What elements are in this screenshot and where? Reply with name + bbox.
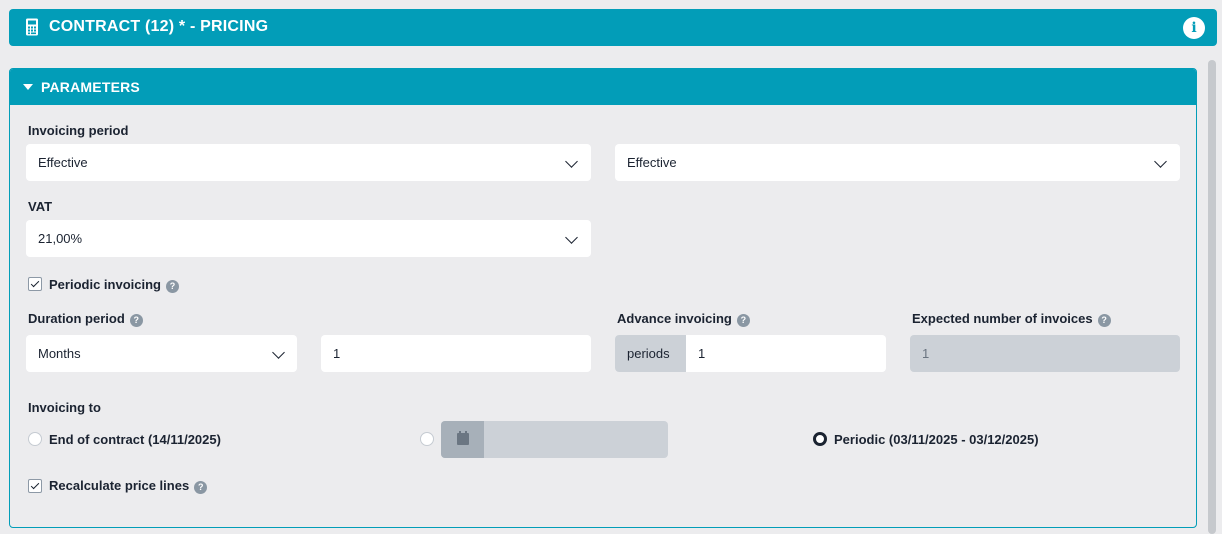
end-of-contract-label: End of contract (14/11/2025) [49, 432, 221, 447]
vat-label: VAT [28, 199, 53, 214]
expected-invoices-value: 1 [922, 346, 930, 361]
periodic-radio[interactable] [813, 432, 827, 446]
invoicing-period-value-2: Effective [627, 155, 677, 170]
custom-date-radio[interactable] [420, 432, 434, 446]
expected-invoices-input: 1 [910, 335, 1180, 372]
help-icon[interactable]: ? [736, 314, 750, 327]
vat-select[interactable]: 21,00% [26, 220, 591, 257]
help-icon[interactable]: ? [129, 314, 143, 327]
custom-date-input [441, 421, 668, 458]
invoicing-period-select-2[interactable]: Effective [615, 144, 1180, 181]
duration-value-input[interactable]: 1 [321, 335, 591, 372]
chevron-down-icon [565, 155, 578, 168]
calendar-icon [457, 431, 469, 445]
vat-value: 21,00% [38, 231, 83, 246]
periodic-label: Periodic (03/11/2025 - 03/12/2025) [834, 432, 1039, 447]
duration-unit-value: Months [38, 346, 81, 361]
vertical-scrollbar[interactable] [1208, 60, 1216, 534]
parameters-panel: PARAMETERS Invoicing period Effective Ef… [9, 68, 1197, 528]
advance-invoicing-value: 1 [698, 346, 706, 361]
advance-invoicing-label: Advance invoicing? [617, 311, 750, 327]
help-icon[interactable]: ? [1097, 314, 1111, 327]
caret-down-icon [23, 84, 33, 90]
expected-invoices-label: Expected number of invoices? [912, 311, 1111, 327]
chevron-down-icon [272, 346, 285, 359]
invoicing-period-select[interactable]: Effective [26, 144, 591, 181]
duration-value: 1 [333, 346, 341, 361]
duration-period-label: Duration period? [28, 311, 143, 327]
page-title: CONTRACT (12) * - PRICING [49, 18, 269, 35]
date-picker-button [441, 421, 484, 458]
periods-addon: periods [615, 335, 686, 372]
chevron-down-icon [1154, 155, 1167, 168]
recalculate-price-lines-label: Recalculate price lines? [49, 478, 208, 494]
recalculate-price-lines-checkbox[interactable] [28, 479, 42, 493]
calculator-icon [26, 18, 38, 36]
chevron-down-icon [565, 231, 578, 244]
advance-invoicing-input[interactable]: periods 1 [615, 335, 886, 372]
parameters-header[interactable]: PARAMETERS [10, 69, 1196, 105]
invoicing-period-value: Effective [38, 155, 88, 170]
end-of-contract-radio[interactable] [28, 432, 42, 446]
periodic-invoicing-label: Periodic invoicing? [49, 277, 179, 293]
info-icon[interactable]: i [1183, 17, 1205, 39]
parameters-title: PARAMETERS [41, 79, 140, 95]
help-icon[interactable]: ? [194, 481, 208, 494]
invoicing-to-label: Invoicing to [28, 400, 101, 415]
page-header: CONTRACT (12) * - PRICING i [9, 9, 1217, 46]
duration-unit-select[interactable]: Months [26, 335, 297, 372]
invoicing-period-label: Invoicing period [28, 123, 129, 138]
help-icon[interactable]: ? [165, 280, 179, 293]
periodic-invoicing-checkbox[interactable] [28, 277, 42, 291]
